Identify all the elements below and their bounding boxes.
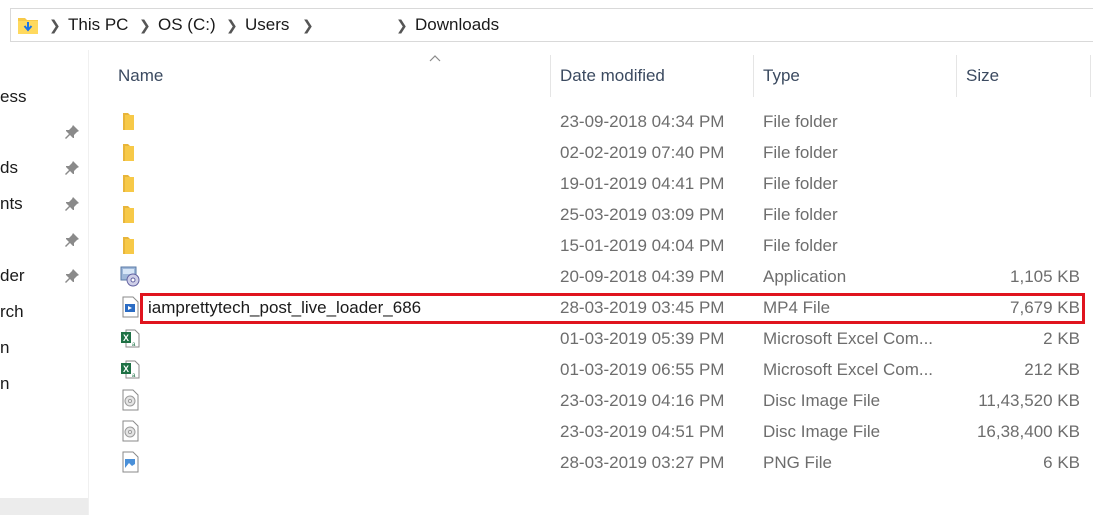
pin-icon[interactable] [64,160,80,176]
file-row[interactable]: 15-01-2019 04:04 PM File folder [106,230,1093,261]
file-name: iamprettytech_post_live_loader_686 [148,298,422,317]
column-separator[interactable] [1090,55,1091,97]
nav-item-search[interactable]: rch [0,294,24,330]
file-size [956,230,1080,261]
folder-icon [120,203,140,225]
file-type: File folder [763,143,838,162]
folder-icon [120,234,140,256]
file-size [956,199,1080,230]
pin-icon[interactable] [64,124,80,140]
pin-icon[interactable] [64,268,80,284]
disc-image-icon [120,420,140,442]
file-size: 6 KB [1043,453,1080,472]
file-type: PNG File [763,453,832,472]
file-date-modified: 28-03-2019 03:27 PM [560,453,725,472]
file-size: 11,43,520 KB [978,391,1080,410]
folder-icon [120,110,140,132]
file-row[interactable]: iamprettytech_post_live_loader_686 28-03-… [106,292,1093,323]
file-row[interactable]: 20-09-2018 04:39 PM Application 1,105 KB [106,261,1093,292]
file-date-modified: 01-03-2019 05:39 PM [560,329,725,348]
pane-divider[interactable] [88,50,89,515]
file-size: 7,679 KB [1010,298,1080,317]
file-type: File folder [763,174,838,193]
file-type: MP4 File [763,298,831,317]
file-row[interactable]: 23-09-2018 04:34 PM File folder [106,106,1093,137]
breadcrumb-downloads[interactable]: Downloads [415,9,499,41]
file-size [956,137,1080,168]
svg-text:X: X [123,364,129,374]
file-type: Microsoft Excel Com... [763,360,934,379]
file-date-modified: 25-03-2019 03:09 PM [560,205,725,224]
file-size: 1,105 KB [1010,267,1080,286]
file-row[interactable]: 02-02-2019 07:40 PM File folder [106,137,1093,168]
column-header-bar: Name Date modified Type Size [106,55,1093,97]
file-row[interactable]: Xa 01-03-2019 06:55 PM Microsoft Excel Com… [106,354,1093,385]
file-date-modified: 23-09-2018 04:34 PM [560,112,725,131]
breadcrumb-chevron-icon[interactable]: ❯ [226,9,238,41]
folder-icon [120,172,140,194]
file-row[interactable]: Xa 01-03-2019 05:39 PM Microsoft Excel Com… [106,323,1093,354]
file-date-modified: 23-03-2019 04:16 PM [560,391,725,410]
nav-scrollbar[interactable] [0,498,88,515]
file-date-modified: 28-03-2019 03:45 PM [560,298,725,317]
nav-item-8[interactable]: n [0,330,9,366]
file-size: 2 KB [1043,329,1080,348]
nav-item-9[interactable]: n [0,366,9,402]
column-header-type[interactable]: Type [751,55,954,97]
nav-item-quick-access[interactable]: ess [0,79,26,115]
file-date-modified: 23-03-2019 04:51 PM [560,422,725,441]
breadcrumb-this-pc[interactable]: This PC [68,9,128,41]
file-size: 212 KB [1024,360,1080,379]
image-file-icon [120,451,140,473]
file-date-modified: 15-01-2019 04:04 PM [560,236,725,255]
file-row[interactable]: 19-01-2019 04:41 PM File folder [106,168,1093,199]
video-file-icon [120,296,140,318]
file-size [956,106,1080,137]
downloads-folder-icon [18,18,38,34]
file-row[interactable]: 23-03-2019 04:16 PM Disc Image File 11,43,… [106,385,1093,416]
file-type: Application [763,267,847,286]
file-size: 16,38,400 KB [976,422,1080,441]
breadcrumb-chevron-icon[interactable]: ❯ [396,9,408,41]
nav-item-documents[interactable]: nts [0,186,23,222]
file-type: Disc Image File [763,422,881,441]
breadcrumb-chevron-icon[interactable]: ❯ [302,9,314,41]
file-type: File folder [763,205,838,224]
breadcrumb-users[interactable]: Users [245,9,289,41]
nav-item-folder[interactable]: der [0,258,25,294]
breadcrumb-chevron-icon[interactable]: ❯ [139,9,151,41]
file-type: File folder [763,236,838,255]
file-explorer-window: ❯ This PC ❯ OS (C:) ❯ Users ❯ ❯ Download… [0,0,1093,515]
column-header-size[interactable]: Size [954,55,1090,97]
address-bar[interactable]: ❯ This PC ❯ OS (C:) ❯ Users ❯ ❯ Download… [10,8,1093,42]
excel-icon: Xa [120,327,140,349]
folder-icon [120,141,140,163]
file-date-modified: 19-01-2019 04:41 PM [560,174,725,193]
file-date-modified: 20-09-2018 04:39 PM [560,267,725,286]
file-size [956,168,1080,199]
file-type: Microsoft Excel Com... [763,329,934,348]
file-row[interactable]: 28-03-2019 03:27 PM PNG File 6 KB [106,447,1093,478]
file-date-modified: 02-02-2019 07:40 PM [560,143,725,162]
disc-image-icon [120,389,140,411]
installer-icon [120,265,140,287]
file-type: Disc Image File [763,391,881,410]
nav-item-downloads[interactable]: ds [0,150,18,186]
file-row[interactable]: 25-03-2019 03:09 PM File folder [106,199,1093,230]
breadcrumb-drive[interactable]: OS (C:) [158,9,216,41]
excel-icon: Xa [120,358,140,380]
navigation-pane: ess ds nts der rch n n [0,50,88,515]
column-header-date[interactable]: Date modified [548,55,753,97]
column-header-name[interactable]: Name [106,55,550,97]
file-type: File folder [763,112,838,131]
file-date-modified: 01-03-2019 06:55 PM [560,360,725,379]
pin-icon[interactable] [64,196,80,212]
pin-icon[interactable] [64,232,80,248]
file-row[interactable]: 23-03-2019 04:51 PM Disc Image File 16,38,… [106,416,1093,447]
svg-text:X: X [123,333,129,343]
breadcrumb-chevron-icon[interactable]: ❯ [49,9,61,41]
